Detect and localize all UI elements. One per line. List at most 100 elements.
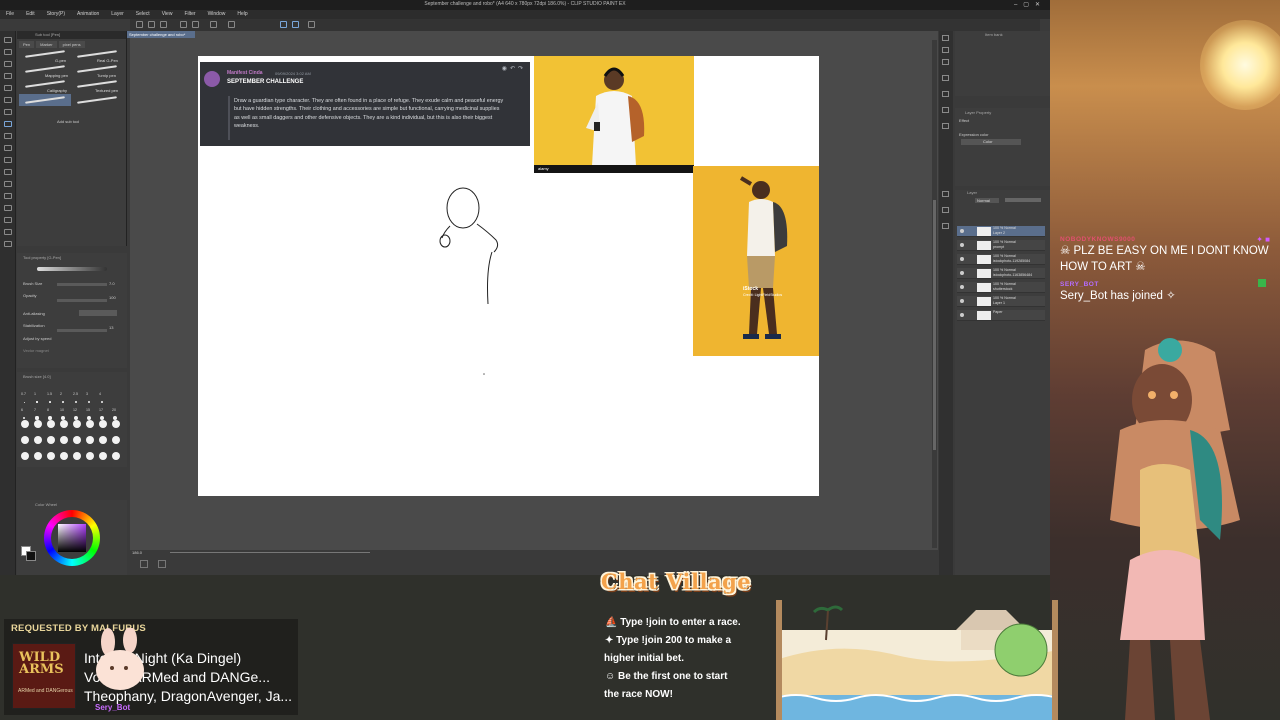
menu-animation[interactable]: Animation [77, 10, 99, 19]
ruler-icon[interactable] [308, 21, 315, 28]
save-icon[interactable] [160, 21, 167, 28]
selection-tool-icon[interactable] [4, 85, 12, 91]
brush-size-dot[interactable] [112, 436, 120, 444]
brush-size-slider[interactable] [57, 283, 107, 286]
move-layer-tool-icon[interactable] [4, 73, 12, 79]
layer-row[interactable]: 100 % Normal Layer 2 [957, 226, 1045, 237]
layer-row[interactable]: 100 % Normal istockphoto-1163856484 [957, 268, 1045, 279]
add-sub-tool-button[interactable]: Add sub tool [57, 119, 79, 124]
layer-opacity-slider[interactable] [1005, 198, 1041, 202]
layer-row[interactable]: 100 % Normal prompt [957, 240, 1045, 251]
vertical-scrollbar[interactable] [932, 40, 937, 548]
stabilization-slider[interactable] [57, 329, 107, 332]
menu-view[interactable]: View [162, 10, 173, 19]
menu-file[interactable]: File [6, 10, 14, 19]
canvas-tab[interactable]: September challenge and robo* [127, 31, 195, 38]
eye-icon[interactable] [960, 229, 964, 233]
brush-size-dot[interactable] [49, 401, 51, 403]
anti-aliasing-selector[interactable] [79, 310, 117, 316]
brush-turnip-pen[interactable]: Turnip pen [97, 73, 116, 78]
brush-size-dot[interactable] [60, 452, 68, 460]
menu-help[interactable]: Help [237, 10, 247, 19]
eyedropper-tool-icon[interactable] [4, 109, 12, 115]
brush-calligraphy[interactable]: Calligraphy [47, 88, 67, 93]
saturation-square[interactable] [58, 524, 86, 552]
eye-icon[interactable] [960, 299, 964, 303]
info-icon[interactable] [942, 59, 949, 65]
snap-ruler-icon[interactable] [280, 21, 287, 28]
expression-color-dropdown[interactable]: Color [961, 139, 1021, 145]
brush-size-dot[interactable] [23, 401, 25, 403]
layout-icon[interactable] [158, 560, 166, 568]
brush-size-dot[interactable] [34, 420, 42, 428]
sub-color-swatch[interactable] [26, 551, 36, 561]
operation-tool-icon[interactable] [4, 61, 12, 67]
transform-icon[interactable] [228, 21, 235, 28]
brush-size-dot[interactable] [73, 436, 81, 444]
layer-row[interactable]: 100 % Normal Layer 1 [957, 296, 1045, 307]
search-icon[interactable] [942, 91, 949, 97]
menu-window[interactable]: Window [208, 10, 226, 19]
brush-size-dot[interactable] [112, 452, 120, 460]
brush-real-g-pen[interactable]: Real G-Pen [97, 58, 118, 63]
menu-filter[interactable]: Filter [184, 10, 195, 19]
brush-size-dot[interactable] [47, 420, 55, 428]
gradient-tool-icon[interactable] [4, 217, 12, 223]
fill-tool-icon[interactable] [4, 205, 12, 211]
brush-size-dot[interactable] [74, 400, 78, 404]
menu-select[interactable]: Select [136, 10, 150, 19]
brush-size-dot[interactable] [86, 420, 94, 428]
history-icon[interactable] [942, 107, 949, 113]
blend-mode-dropdown[interactable]: Normal [975, 198, 999, 203]
brush-textured-pen[interactable]: Textured pen [95, 88, 118, 93]
brush-size-dot[interactable] [100, 400, 104, 404]
eye-icon[interactable] [960, 313, 964, 317]
layer-row[interactable]: Paper [957, 310, 1045, 321]
menu-layer[interactable]: Layer [111, 10, 124, 19]
brush-size-dot[interactable] [73, 420, 81, 428]
brush-size-dot[interactable] [99, 452, 107, 460]
menu-edit[interactable]: Edit [26, 10, 35, 19]
undo-icon[interactable] [180, 21, 187, 28]
layer-icon[interactable] [942, 191, 949, 197]
brush-size-dot[interactable] [62, 401, 64, 403]
tab-marker[interactable]: Marker [36, 41, 57, 48]
zoom-tool-icon[interactable] [4, 37, 12, 43]
brush-size-dot[interactable] [112, 420, 120, 428]
eye-icon[interactable] [960, 271, 964, 275]
move-tool-icon[interactable] [4, 49, 12, 55]
brush-size-dot[interactable] [34, 452, 42, 460]
brush-size-dot[interactable] [73, 452, 81, 460]
menu-story[interactable]: Story(P) [47, 10, 65, 19]
sub-view-icon[interactable] [942, 47, 949, 53]
brush-size-dot[interactable] [21, 436, 29, 444]
brush-size-dot[interactable] [21, 420, 29, 428]
eye-icon[interactable] [960, 257, 964, 261]
redo-icon[interactable] [192, 21, 199, 28]
brush-size-dot[interactable] [60, 436, 68, 444]
pen-tool-icon[interactable] [4, 121, 12, 127]
figure-tool-icon[interactable] [4, 229, 12, 235]
brush-tool-icon[interactable] [4, 145, 12, 151]
blend-tool-icon[interactable] [4, 193, 12, 199]
scroll-thumb[interactable] [933, 200, 936, 450]
page-icon[interactable] [140, 560, 148, 568]
window-controls[interactable]: –▢✕ [1014, 1, 1046, 8]
eye-icon[interactable] [960, 243, 964, 247]
timeline-icon[interactable] [942, 223, 949, 229]
airbrush-tool-icon[interactable] [4, 157, 12, 163]
brush-size-dot[interactable] [60, 420, 68, 428]
animation-icon[interactable] [942, 207, 949, 213]
clear-icon[interactable] [210, 21, 217, 28]
brush-size-dot[interactable] [47, 436, 55, 444]
brush-size-dot[interactable] [86, 452, 94, 460]
brush-mapping-pen[interactable]: Mapping pen [45, 73, 68, 78]
tab-pixel-pens[interactable]: pixel pens [58, 41, 85, 48]
layer-row[interactable]: 100 % Normal shutterstock [957, 282, 1045, 293]
brush-size-dot[interactable] [99, 436, 107, 444]
brush-g-pen[interactable]: G-pen [55, 58, 66, 63]
brush-size-dot[interactable] [87, 400, 91, 404]
brush-size-dot[interactable] [34, 436, 42, 444]
brush-size-dot[interactable] [86, 436, 94, 444]
open-icon[interactable] [148, 21, 155, 28]
